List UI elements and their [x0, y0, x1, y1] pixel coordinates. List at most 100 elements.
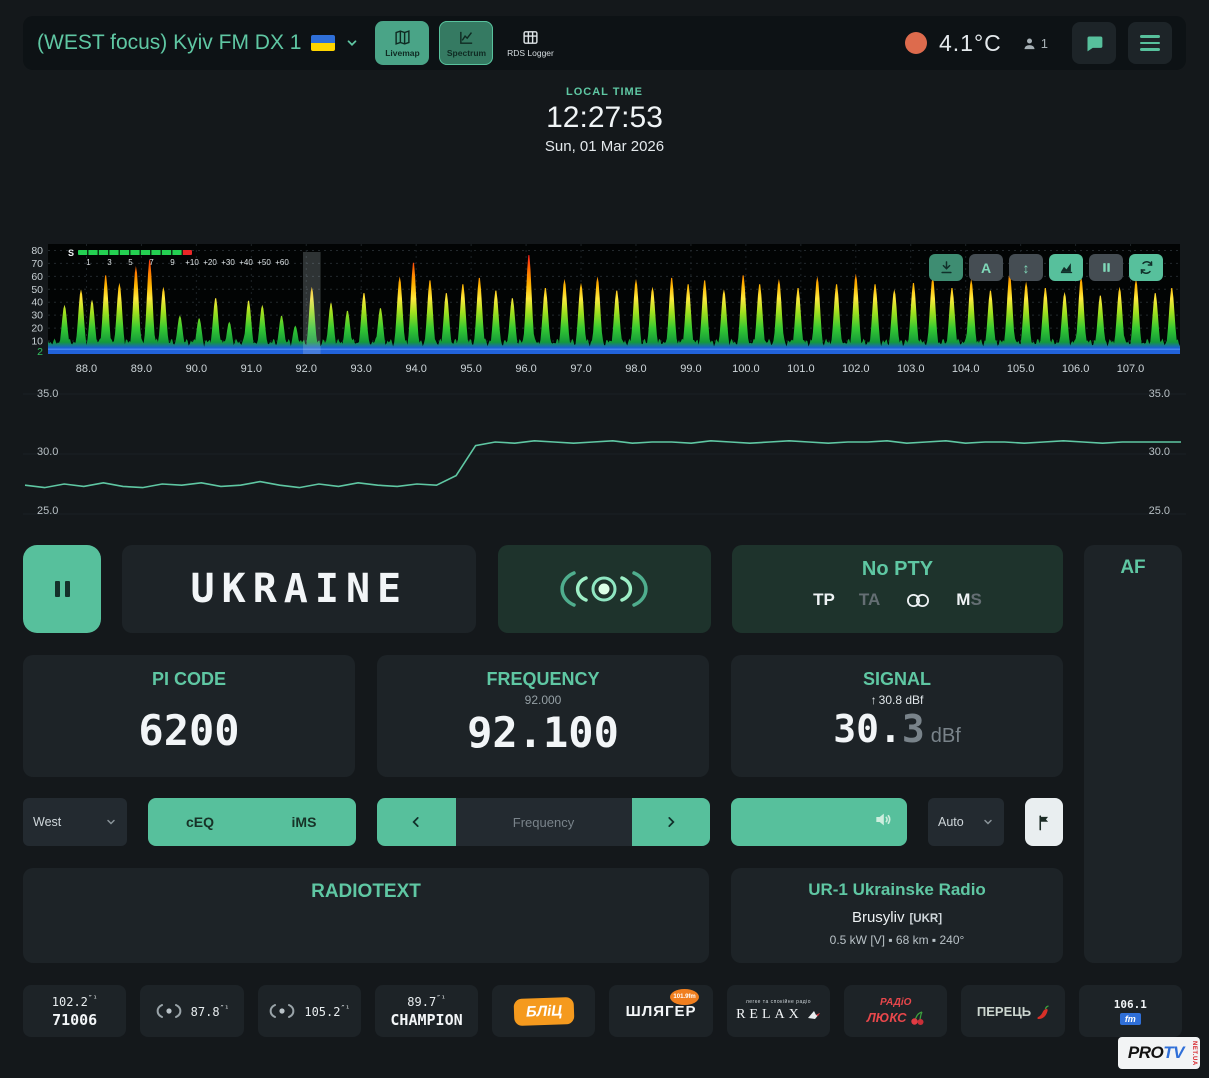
- refresh-icon: [1140, 261, 1152, 274]
- pi-code-panel: PI CODE 6200: [23, 655, 355, 777]
- chevron-down-icon: [984, 819, 992, 825]
- play-pause-button[interactable]: [23, 545, 101, 633]
- spectrum-button[interactable]: Spectrum: [439, 21, 494, 65]
- hist-tick-left-25: 25.0: [37, 505, 59, 517]
- tuned-frequency-cursor[interactable]: [303, 252, 321, 354]
- frequency-secondary: 92.000: [524, 693, 562, 707]
- shlyager-logo: ШЛЯГЕР: [625, 1002, 697, 1020]
- volume-slider[interactable]: [731, 798, 907, 846]
- graph-style-button[interactable]: [1049, 254, 1083, 281]
- pty-value: No PTY: [861, 558, 934, 580]
- tune-up-button[interactable]: [631, 798, 710, 846]
- ims-button[interactable]: iMS: [252, 798, 356, 846]
- protv-logo-tv: TV: [1163, 1043, 1184, 1062]
- svg-text:92.0: 92.0: [296, 363, 317, 375]
- svg-text:103.0: 103.0: [897, 363, 925, 375]
- svg-text:89.0: 89.0: [131, 363, 152, 375]
- chevron-down-icon: [107, 819, 115, 825]
- rds-flags: TP TA M S: [732, 590, 1063, 610]
- listeners: 1: [1022, 36, 1048, 51]
- svg-text:97.0: 97.0: [570, 363, 591, 375]
- svg-text:95.0: 95.0: [460, 363, 481, 375]
- preset-2[interactable]: 87.8″¹: [140, 985, 244, 1037]
- ta-flag: TA: [858, 590, 881, 609]
- svg-text:98.0: 98.0: [625, 363, 646, 375]
- chevron-down-icon: [348, 40, 357, 46]
- transmitter-city: Brusyliv: [851, 909, 905, 926]
- chat-button[interactable]: [1072, 22, 1116, 64]
- pause-button[interactable]: [1089, 254, 1123, 281]
- preset-7-relax[interactable]: легке та спокійне радіо RELAX: [726, 985, 831, 1037]
- s-meter-bar: [78, 250, 193, 255]
- header-nav: Livemap Spectrum RDS Logger: [375, 21, 557, 65]
- preset-9-perets[interactable]: ПЕРЕЦЬ: [961, 985, 1065, 1037]
- temperature-icon: [904, 32, 927, 54]
- speech-flag: S: [970, 590, 982, 609]
- antenna-value: West: [33, 815, 62, 829]
- preset-10-1061fm[interactable]: 106.1 fm: [1078, 985, 1182, 1037]
- svg-text:88.0: 88.0: [76, 363, 97, 375]
- tuner-stepper: [377, 798, 710, 846]
- preset-4-frequency: 89.7″¹: [407, 993, 446, 1009]
- signal-history-chart: [23, 393, 1186, 515]
- signal-value: 30.3 dBf: [731, 707, 1063, 751]
- snap-down-button[interactable]: [929, 254, 963, 281]
- stereo-arcs-icon: [156, 1004, 182, 1018]
- flag-icon: [1038, 814, 1048, 830]
- preset-5-blitz[interactable]: БЛіЦ: [492, 985, 596, 1037]
- svg-text:96.0: 96.0: [515, 363, 536, 375]
- preset-3[interactable]: 105.2″¹: [257, 985, 361, 1037]
- pause-icon: [1102, 263, 1110, 272]
- signal-int: 30.: [833, 707, 902, 751]
- up-down-arrows-icon: ↕: [1022, 259, 1030, 276]
- transmitter-location: Brusyliv [UKR]: [731, 909, 1063, 926]
- signal-history-graph: 35.0 30.0 25.0 35.0 30.0 25.0: [23, 388, 1186, 520]
- rds-logger-label: RDS Logger: [507, 47, 554, 58]
- ceq-button[interactable]: cEQ: [148, 798, 252, 846]
- livemap-button[interactable]: Livemap: [375, 21, 430, 65]
- shlyager-frequency-badge: 101.9fm: [670, 989, 699, 1005]
- local-date: Sun, 01 Mar 2026: [544, 138, 665, 155]
- svg-text:104.0: 104.0: [952, 363, 980, 375]
- hamburger-icon: [1140, 35, 1160, 51]
- hist-tick-left-35: 35.0: [37, 388, 59, 400]
- mode-select[interactable]: Auto: [928, 798, 1004, 846]
- signal-peak-value: 30.8 dBf: [878, 693, 924, 707]
- protv-logo: PRO TV NET.UA: [1117, 1037, 1200, 1069]
- svg-text:107.0: 107.0: [1117, 363, 1145, 375]
- download-arrow-icon: [940, 261, 952, 274]
- signal-unit: dBf: [930, 725, 961, 747]
- hist-tick-right-25: 25.0: [1148, 505, 1170, 517]
- menu-button[interactable]: [1128, 22, 1172, 64]
- rds-logger-button[interactable]: RDS Logger: [503, 21, 557, 65]
- pty-panel: No PTY TP TA M S: [731, 545, 1063, 633]
- table-icon: [523, 30, 538, 44]
- preset-3-frequency: 105.2″¹: [304, 1003, 351, 1019]
- cherry-icon: [910, 1010, 924, 1025]
- preset-2-frequency: 87.8″¹: [190, 1003, 230, 1019]
- svg-text:60: 60: [31, 271, 43, 283]
- ukraine-flag-icon: [311, 35, 336, 51]
- livemap-label: Livemap: [385, 47, 420, 58]
- frequency-panel: FREQUENCY 92.000 92.100: [377, 655, 709, 777]
- preset-6-shlyager[interactable]: ШЛЯГЕР 101.9fm: [609, 985, 713, 1037]
- s-meter-scale: 1 3 5 7 9 +10 +20 +30 +40 +50 +60: [86, 258, 289, 267]
- preset-1[interactable]: 102.2″¹ 71006: [23, 985, 127, 1037]
- autoscale-button[interactable]: A: [969, 254, 1003, 281]
- antenna-select[interactable]: West: [23, 798, 127, 846]
- server-selector[interactable]: (WEST focus) Kyiv FM DX 1: [37, 31, 359, 55]
- frequency-input[interactable]: [455, 798, 632, 846]
- hist-tick-left-30: 30.0: [37, 446, 59, 458]
- refresh-button[interactable]: [1129, 254, 1163, 281]
- af-label: AF: [1120, 557, 1146, 578]
- radiotext-panel: RADIOTEXT: [23, 868, 709, 963]
- preset-8-radio-lux[interactable]: РАДіО ЛЮКС: [844, 985, 948, 1037]
- hist-tick-right-30: 30.0: [1148, 446, 1170, 458]
- tune-down-button[interactable]: [377, 798, 456, 846]
- stereo-circles-icon: [907, 593, 930, 607]
- flag-button[interactable]: [1025, 798, 1063, 846]
- preset-4[interactable]: 89.7″¹ CHAMPION: [374, 985, 479, 1037]
- local-time-block: LOCAL TIME 12:27:53 Sun, 01 Mar 2026: [0, 86, 1209, 155]
- blitz-logo: БЛіЦ: [513, 996, 575, 1026]
- vertical-scale-button[interactable]: ↕: [1009, 254, 1043, 281]
